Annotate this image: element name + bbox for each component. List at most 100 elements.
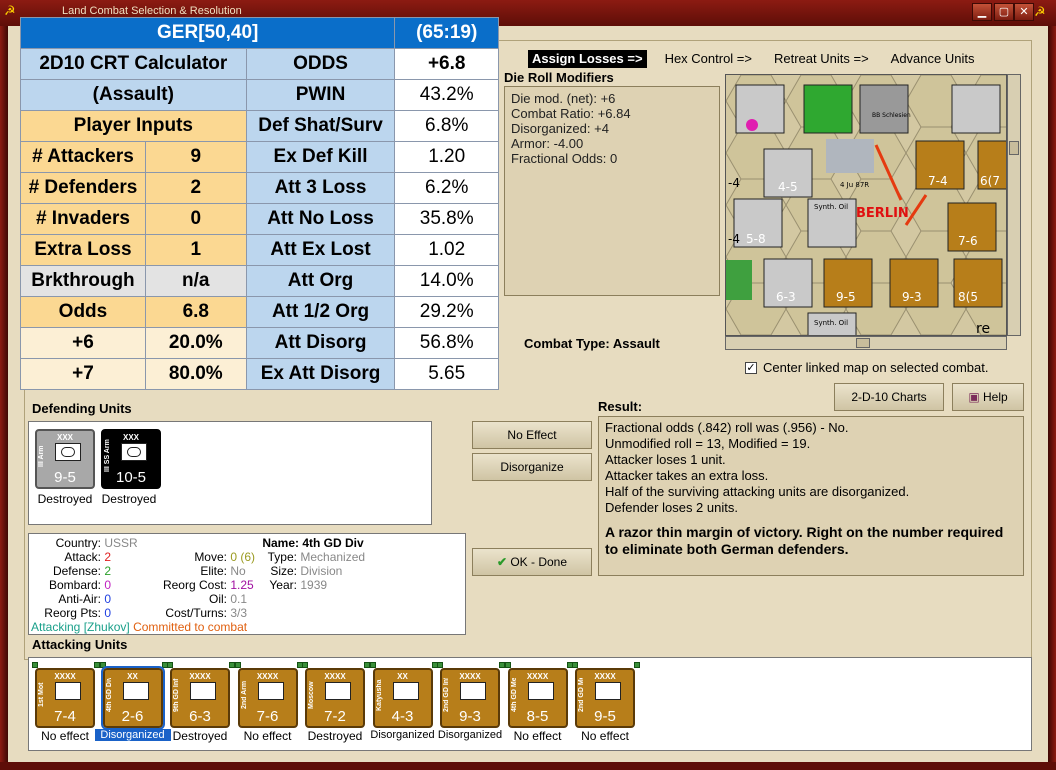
unit-name: 2nd GD Inf <box>443 678 450 712</box>
ok-done-button[interactable]: ✔ OK - Done <box>472 548 592 576</box>
unit-status: Destroyed <box>172 729 228 743</box>
crt-input-value[interactable]: 1 <box>144 234 247 266</box>
crt-result-value: 5.65 <box>394 358 499 390</box>
checkmark-icon: ✔ <box>496 555 507 569</box>
unit-status: Destroyed <box>307 729 363 743</box>
crt-input-value[interactable]: 2 <box>144 172 247 204</box>
unit-name: III Arm <box>38 445 45 467</box>
unit-status: Disorganized <box>94 729 171 741</box>
crt-calculator: GER[50,40] (65:19) 2D10 CRT Calculator O… <box>19 17 499 390</box>
unit-strength: 9-5 <box>54 469 76 486</box>
combat-type-label: Combat Type: <box>524 336 610 351</box>
crt-input-value[interactable]: 0 <box>144 203 247 235</box>
crt-input-label: # Attackers <box>20 141 146 173</box>
unit-status: No effect <box>243 729 292 743</box>
crt-result-label: ODDS <box>245 48 396 80</box>
crt-charts-button[interactable]: 2-D-10 Charts <box>834 383 944 411</box>
crt-result-label: Att Org <box>245 265 396 297</box>
unit-symbol-icon <box>122 682 149 700</box>
unit-strength: 9-3 <box>459 708 481 725</box>
help-button-label: Help <box>983 390 1008 404</box>
scroll-thumb[interactable] <box>856 338 870 348</box>
map-hex-label: -4 <box>728 176 740 190</box>
attacking-unit-counter[interactable]: XXXX 4th GD Mech 8-5 <box>507 668 568 728</box>
unit-symbol-icon <box>55 682 81 700</box>
unit-status: No effect <box>581 729 629 743</box>
defending-unit-counter[interactable]: XXX III Arm 9-5 <box>35 429 95 489</box>
attacking-unit-counter[interactable]: XXXX 1st Mot 7-4 <box>35 668 95 728</box>
ok-done-label: OK - Done <box>510 555 568 569</box>
unit-status: Disorganized <box>370 729 435 741</box>
unit-strength: 9-5 <box>594 708 616 725</box>
map-counter[interactable] <box>735 84 785 134</box>
crt-input-label: # Invaders <box>20 203 146 235</box>
window-frame-bottom <box>0 762 1056 770</box>
drm-line: Fractional Odds: 0 <box>511 151 618 166</box>
maximize-button[interactable]: ▢ <box>994 3 1014 21</box>
phase-hex-control[interactable]: Hex Control => <box>661 50 756 68</box>
attacking-unit-counter[interactable]: XX 4th GD Div 2-6 <box>100 666 165 730</box>
map-vertical-scrollbar[interactable] <box>1007 74 1021 336</box>
defending-unit-counter[interactable]: XXX III SS Arm 10-5 <box>101 429 161 489</box>
unit-pin-icon <box>302 662 308 668</box>
phase-advance-units[interactable]: Advance Units <box>887 50 979 68</box>
disorganize-button[interactable]: Disorganize <box>472 453 592 481</box>
unit-name: 2nd Arm <box>240 680 248 710</box>
crt-input-value[interactable]: 9 <box>144 141 247 173</box>
unit-strength: 7-2 <box>324 708 346 725</box>
map-counter[interactable] <box>951 84 1001 134</box>
phase-retreat-units[interactable]: Retreat Units => <box>770 50 873 68</box>
attacking-unit-counter[interactable]: XXXX 2nd Arm 7-6 <box>237 668 298 728</box>
attacking-unit-counter[interactable]: XXXX Moscow 7-2 <box>305 668 365 728</box>
minimize-button[interactable]: ▁ <box>972 3 992 21</box>
unit-pin-icon <box>634 662 640 668</box>
help-book-icon: ▣ <box>968 390 980 404</box>
scroll-thumb[interactable] <box>1009 141 1019 155</box>
result-label: Result: <box>598 399 643 414</box>
drm-line: Disorganized: +4 <box>511 121 609 136</box>
map-horizontal-scrollbar[interactable] <box>725 336 1007 350</box>
center-linked-checkbox[interactable]: ✓ <box>745 361 757 374</box>
linked-map[interactable]: BB Schlesien 7-4 5-8 4-5 Synth. Oil 4 Ju… <box>725 74 1007 336</box>
crt-input-value: 20.0% <box>144 327 247 359</box>
crt-input-label: +6 <box>20 327 146 359</box>
crt-result-value: 6.2% <box>394 172 499 204</box>
unit-name: 4th GD Div <box>105 678 113 712</box>
info-key: Cost/Turns: <box>165 606 227 620</box>
info-key: Name: <box>262 536 299 550</box>
crt-result-value: 1.02 <box>394 234 499 266</box>
die-roll-modifiers-box: Die mod. (net): +6 Combat Ratio: +6.84 D… <box>504 86 720 296</box>
crt-player-inputs: Player Inputs <box>20 110 247 142</box>
window-frame-right <box>1048 26 1056 770</box>
close-button[interactable]: ✕ <box>1014 3 1034 21</box>
unit-name: 4th GD Mech <box>510 678 518 712</box>
attacking-unit-counter[interactable]: XX Katyusha 4-3 <box>372 668 433 728</box>
attacking-unit-counter[interactable]: XXXX 2nd GD Inf 9-3 <box>440 668 500 728</box>
hammer-sickle-icon: ☭ <box>1034 4 1046 19</box>
map-luftwaffe-counter[interactable] <box>803 84 853 134</box>
no-effect-button[interactable]: No Effect <box>472 421 592 449</box>
info-key: Type: <box>267 550 297 564</box>
result-line: Fractional odds (.842) roll was (.956) -… <box>605 420 849 435</box>
unit-symbol-icon <box>325 682 351 700</box>
info-key: Year: <box>269 578 297 592</box>
info-value: 0.1 <box>230 592 248 606</box>
attacking-unit-counter[interactable]: XXXX 2nd GD Mech 9-5 <box>575 668 635 728</box>
unit-pin-icon <box>572 662 578 668</box>
crt-result-label: Ex Att Disorg <box>245 358 396 390</box>
unit-strength: 10-5 <box>115 469 147 486</box>
phase-assign-losses[interactable]: Assign Losses => <box>528 50 647 68</box>
unit-strength: 7-4 <box>54 708 76 725</box>
center-linked-map-option[interactable]: ✓ Center linked map on selected combat. <box>745 360 988 375</box>
map-bb-schlesien-counter[interactable] <box>859 84 909 134</box>
result-line: Attacker loses 1 unit. <box>605 452 726 467</box>
drm-line: Die mod. (net): +6 <box>511 91 616 106</box>
info-value: 3/3 <box>230 606 248 620</box>
crt-input-label: Odds <box>20 296 146 328</box>
crt-result-value: 43.2% <box>394 79 499 111</box>
help-button[interactable]: ▣ Help <box>952 383 1024 411</box>
window-title: Land Combat Selection & Resolution <box>62 5 242 17</box>
crt-input-label: Extra Loss <box>20 234 146 266</box>
info-value: 1939 <box>300 578 328 592</box>
attacking-unit-counter[interactable]: XXXX 9th GD Inf 6-3 <box>170 668 230 728</box>
